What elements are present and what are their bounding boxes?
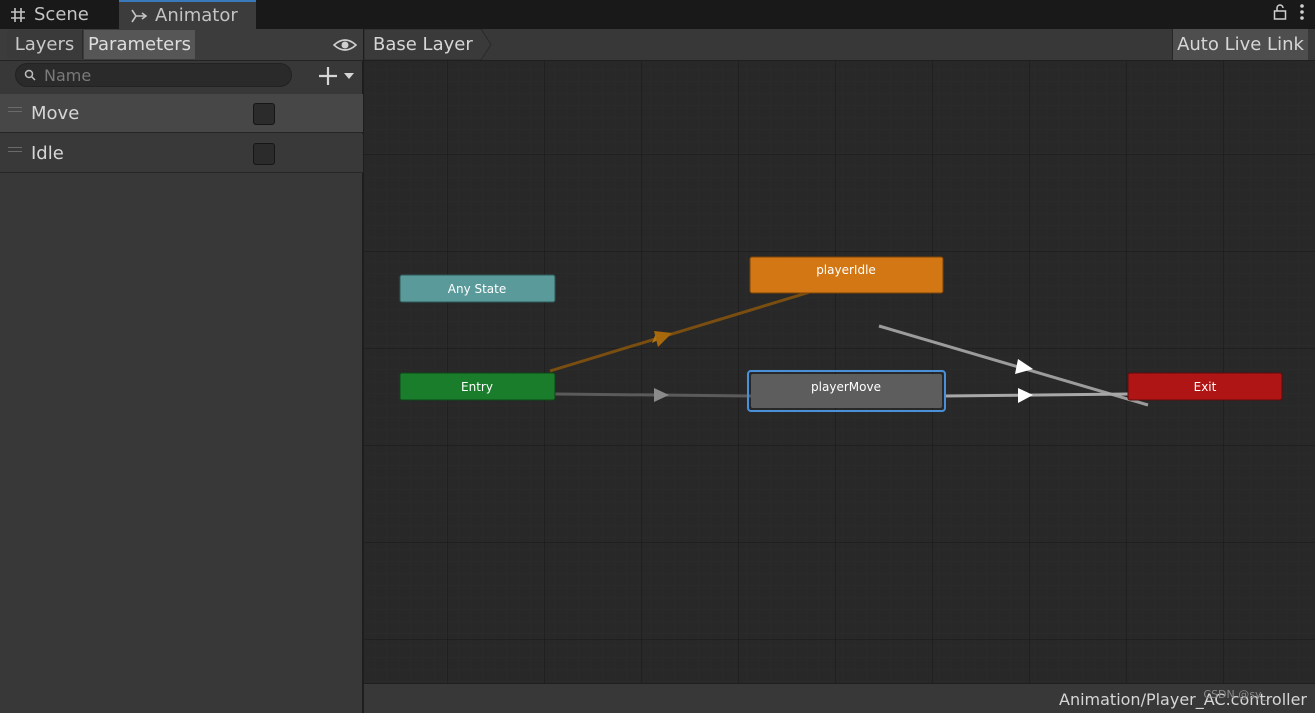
search-row <box>0 61 363 91</box>
tab-label: Animator <box>155 5 238 26</box>
grid-icon <box>10 7 26 23</box>
window-controls <box>1273 3 1305 25</box>
animator-graph: Base Layer Auto Live Link Any State Entr… <box>364 29 1315 713</box>
tab-parameters[interactable]: Parameters <box>84 30 195 59</box>
parameter-row[interactable]: Move <box>0 94 363 133</box>
drag-handle-icon[interactable] <box>8 107 22 114</box>
tab-animator[interactable]: Animator <box>119 0 256 29</box>
parameter-name[interactable]: Move <box>31 103 79 124</box>
auto-live-link-button[interactable]: Auto Live Link <box>1172 29 1308 60</box>
status-bar: Animation/Player_AC.controller CSDN @sy_ <box>364 683 1315 713</box>
state-label: Entry <box>461 380 493 394</box>
breadcrumb-label: Base Layer <box>373 34 473 55</box>
state-label: Any State <box>448 282 507 296</box>
state-entry[interactable]: Entry <box>399 372 556 401</box>
parameter-row[interactable]: Idle <box>0 134 363 173</box>
state-label: playerIdle <box>816 263 876 277</box>
panel-tabs: Layers Parameters <box>0 29 363 61</box>
search-field <box>15 63 292 87</box>
tab-label: Scene <box>34 4 89 25</box>
state-label: Exit <box>1194 380 1217 394</box>
parameter-checkbox[interactable] <box>253 103 275 125</box>
tab-scene[interactable]: Scene <box>0 0 118 29</box>
graph-toolbar: Base Layer Auto Live Link <box>364 29 1315 61</box>
eye-icon[interactable] <box>332 36 358 54</box>
state-label: playerMove <box>811 380 881 394</box>
state-exit[interactable]: Exit <box>1127 372 1283 401</box>
state-machine-canvas[interactable]: Any State Entry playerIdle playerMove Ex… <box>364 61 1315 683</box>
drag-handle-icon[interactable] <box>8 147 22 154</box>
lock-icon[interactable] <box>1273 4 1287 24</box>
watermark: CSDN @sy_ <box>1203 688 1267 701</box>
parameters-panel: Layers Parameters Move Idle <box>0 29 363 713</box>
controller-path: Animation/Player_AC.controller <box>1059 690 1307 709</box>
search-input[interactable] <box>44 65 274 85</box>
add-parameter-button[interactable] <box>318 65 358 87</box>
state-any-state[interactable]: Any State <box>399 274 556 303</box>
search-icon <box>24 66 38 85</box>
window-tab-bar: Scene Animator <box>0 0 1315 29</box>
kebab-menu-icon[interactable] <box>1299 3 1305 25</box>
state-playeridle[interactable]: playerIdle <box>749 256 944 294</box>
animator-icon <box>131 8 147 24</box>
parameter-name[interactable]: Idle <box>31 143 64 164</box>
plus-dropdown-icon <box>319 67 354 85</box>
tab-layers[interactable]: Layers <box>7 30 83 59</box>
state-playermove[interactable]: playerMove <box>747 370 946 412</box>
breadcrumb[interactable]: Base Layer <box>364 29 498 61</box>
parameter-checkbox[interactable] <box>253 143 275 165</box>
